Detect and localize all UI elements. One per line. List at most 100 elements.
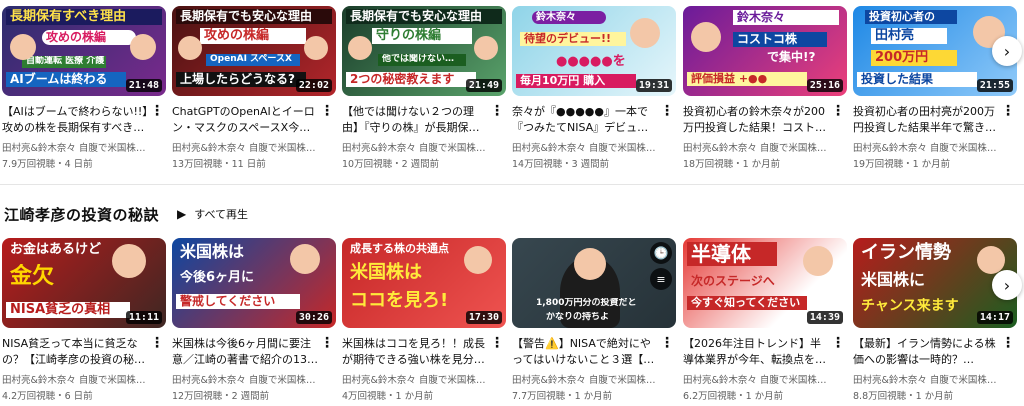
video-duration: 21:49	[465, 79, 502, 92]
channel-name[interactable]: 田村亮&鈴木奈々 自腹で米国株はじ…	[512, 140, 660, 154]
video-title[interactable]: NISA貧乏って本当に貧乏なの？【江崎孝彦の投資の秘…	[2, 336, 150, 368]
thumbnail-caption: 今すぐ知ってください	[687, 296, 807, 311]
video-thumbnail[interactable]: 長期保有すべき理由 攻めの株編 自動運転 医療 介護 AIブームは終わる 21:…	[2, 6, 166, 96]
video-duration: 14:39	[806, 311, 843, 324]
more-vert-icon[interactable]: ⋮	[660, 336, 674, 402]
video-duration: 14:17	[976, 311, 1013, 324]
thumbnail-caption: 長期保有でも安心な理由	[346, 9, 502, 25]
thumbnail-caption: 金欠	[10, 264, 55, 289]
channel-name[interactable]: 田村亮&鈴木奈々 自腹で米国株はじ…	[342, 140, 490, 154]
video-card: イラン情勢 米国株に チャンス来ます 14:17 【最新】イラン情勢による株価へ…	[853, 238, 1017, 402]
video-title[interactable]: 奈々が『●●●●●』一本で『つみたてNISA』デビュ…	[512, 104, 660, 136]
thumbnail-caption: 米国株は	[180, 242, 245, 261]
video-stats: 4万回視聴・1 か月前	[342, 391, 434, 402]
video-shelf-playlist: 江崎孝彦の投資の秘訣 ▶ すべて再生 お金はあるけど 金欠 NISA貧乏の真相 …	[0, 200, 1024, 406]
thumbnail-caption: 他では聞けない…	[378, 54, 466, 66]
video-title[interactable]: 投資初心者の鈴木奈々が200万円投資した結果！コスト…	[683, 104, 831, 136]
more-vert-icon[interactable]: ⋮	[320, 336, 334, 402]
video-card: 長期保有すべき理由 攻めの株編 自動運転 医療 介護 AIブームは終わる 21:…	[2, 6, 166, 170]
presenter-face-image	[803, 246, 833, 276]
video-stats: 13万回視聴・11 日前	[172, 159, 266, 170]
video-stats: 6.2万回視聴・1 か月前	[683, 391, 784, 402]
video-thumbnail[interactable]: 長期保有でも安心な理由 守りの株編 他では聞けない… 2つの秘密教えます 21:…	[342, 6, 506, 96]
more-vert-icon[interactable]: ⋮	[831, 104, 845, 170]
more-vert-icon[interactable]: ⋮	[1001, 336, 1015, 402]
video-title[interactable]: 【AIはブームで終わらない!!】攻めの株を長期保有すべき…	[2, 104, 150, 136]
more-vert-icon[interactable]: ⋮	[660, 104, 674, 170]
thumbnail-caption: 田村亮	[871, 28, 947, 45]
presenter-face-image	[178, 36, 202, 60]
video-thumbnail[interactable]: お金はあるけど 金欠 NISA貧乏の真相 11:11	[2, 238, 166, 328]
video-duration: 11:11	[125, 311, 162, 324]
more-vert-icon[interactable]: ⋮	[320, 104, 334, 170]
video-title[interactable]: 【警告⚠️】NISAで絶対にやってはいけないこと３選【…	[512, 336, 660, 368]
play-all-label: すべて再生	[194, 208, 249, 221]
more-vert-icon[interactable]: ⋮	[490, 336, 504, 402]
thumbnail-caption: 長期保有でも安心な理由	[176, 9, 332, 25]
presenter-face-image	[977, 246, 1005, 274]
channel-name[interactable]: 田村亮&鈴木奈々 自腹で米国株はじ…	[172, 140, 320, 154]
add-to-queue-icon[interactable]: ≡	[650, 268, 672, 290]
more-vert-icon[interactable]: ⋮	[1001, 104, 1015, 170]
presenter-face-image	[290, 244, 320, 274]
thumbnail-caption: お金はあるけど	[10, 242, 102, 257]
channel-name[interactable]: 田村亮&鈴木奈々 自腹で米国株はじ…	[853, 372, 1001, 386]
watch-later-icon[interactable]: 🕒	[650, 242, 672, 264]
video-title[interactable]: 【2026年注目トレンド】半導体業界が今年、転換点を迎…	[683, 336, 831, 368]
video-thumbnail[interactable]: 1,800万円分の投資だと かなりの持ちよ 🕒 ≡	[512, 238, 676, 328]
shelf-header: 江崎孝彦の投資の秘訣 ▶ すべて再生	[4, 200, 248, 228]
thumbnail-caption: 守りの株編	[372, 28, 472, 45]
channel-name[interactable]: 田村亮&鈴木奈々 自腹で米国株はじ…	[2, 372, 150, 386]
play-icon: ▶	[177, 207, 187, 221]
thumbnail-caption: ココを見ろ!	[350, 290, 449, 311]
video-title[interactable]: 投資初心者の田村亮が200万円投資した結果半年で驚き…	[853, 104, 1001, 136]
channel-name[interactable]: 田村亮&鈴木奈々 自腹で米国株はじ…	[512, 372, 660, 386]
video-duration: 21:55	[976, 79, 1013, 92]
video-thumbnail[interactable]: 鈴木奈々 待望のデビュー!! ●●●●●を 毎月10万円 購入 19:31	[512, 6, 676, 96]
thumbnail-caption: 1,800万円分の投資だと	[536, 298, 636, 308]
video-duration: 19:31	[635, 79, 672, 92]
video-title[interactable]: 【他では聞けない２つの理由】『守りの株』が長期保有…	[342, 104, 490, 136]
video-title[interactable]: ChatGPTのOpenAIとイーロン・マスクのスペースX今年…	[172, 104, 320, 136]
video-card: 米国株は 今後6ヶ月に 警戒してください 30:26 米国株は今後6ヶ月間に要注…	[172, 238, 336, 402]
chevron-right-icon[interactable]: ›	[992, 36, 1022, 66]
channel-name[interactable]: 田村亮&鈴木奈々 自腹で米国株はじ…	[683, 140, 831, 154]
play-all-button[interactable]: ▶ すべて再生	[177, 206, 248, 222]
thumbnail-caption: OpenAI スペースX	[206, 54, 300, 66]
channel-name[interactable]: 田村亮&鈴木奈々 自腹で米国株はじ…	[853, 140, 1001, 154]
shelf-title[interactable]: 江崎孝彦の投資の秘訣	[4, 204, 159, 225]
video-thumbnail[interactable]: 米国株は 今後6ヶ月に 警戒してください 30:26	[172, 238, 336, 328]
more-vert-icon[interactable]: ⋮	[490, 104, 504, 170]
video-stats: 7.7万回視聴・1 か月前	[512, 391, 613, 402]
thumbnail-caption: ●●●●●を	[556, 54, 626, 69]
video-title[interactable]: 【最新】イラン情勢による株価への影響は一時的？2026…	[853, 336, 1001, 368]
video-thumbnail[interactable]: 長期保有でも安心な理由 攻めの株編 OpenAI スペースX 上場したらどうなる…	[172, 6, 336, 96]
thumbnail-caption: 米国株は	[350, 262, 422, 283]
video-stats: 14万回視聴・3 週間前	[512, 159, 610, 170]
more-vert-icon[interactable]: ⋮	[150, 104, 164, 170]
video-thumbnail[interactable]: 半導体 次のステージへ 今すぐ知ってください 14:39	[683, 238, 847, 328]
thumbnail-caption: 評価損益 +●●	[687, 72, 807, 87]
more-vert-icon[interactable]: ⋮	[150, 336, 164, 402]
more-vert-icon[interactable]: ⋮	[831, 336, 845, 402]
channel-name[interactable]: 田村亮&鈴木奈々 自腹で米国株はじ…	[342, 372, 490, 386]
thumbnail-caption: 長期保有すべき理由	[6, 9, 162, 26]
channel-name[interactable]: 田村亮&鈴木奈々 自腹で米国株はじ…	[683, 372, 831, 386]
channel-name[interactable]: 田村亮&鈴木奈々 自腹で米国株はじ…	[2, 140, 150, 154]
video-stats: 8.8万回視聴・1 か月前	[853, 391, 954, 402]
channel-name[interactable]: 田村亮&鈴木奈々 自腹で米国株はじ…	[172, 372, 320, 386]
thumbnail-caption: 次のステージへ	[691, 274, 775, 288]
video-card: 半導体 次のステージへ 今すぐ知ってください 14:39 【2026年注目トレン…	[683, 238, 847, 402]
presenter-face-image	[112, 244, 146, 278]
video-thumbnail[interactable]: 鈴木奈々 コストコ株 で集中!? 評価損益 +●● 25:16	[683, 6, 847, 96]
thumbnail-caption: 投資初心者の	[865, 10, 957, 25]
thumbnail-caption: で集中!?	[767, 50, 816, 64]
shelf-divider	[0, 184, 1024, 185]
thumbnail-caption: 上場したらどうなる?	[176, 72, 306, 88]
video-thumbnail[interactable]: 成長する株の共通点 米国株は ココを見ろ! 17:30	[342, 238, 506, 328]
video-title[interactable]: 米国株は今後6ヶ月間に要注意／江崎の著書で紹介の13…	[172, 336, 320, 368]
video-title[interactable]: 米国株はココを見ろ！！成長が期待できる強い株を見分…	[342, 336, 490, 368]
video-duration: 30:26	[295, 311, 332, 324]
chevron-right-icon[interactable]: ›	[992, 270, 1022, 300]
thumbnail-caption: 警戒してください	[176, 294, 300, 310]
